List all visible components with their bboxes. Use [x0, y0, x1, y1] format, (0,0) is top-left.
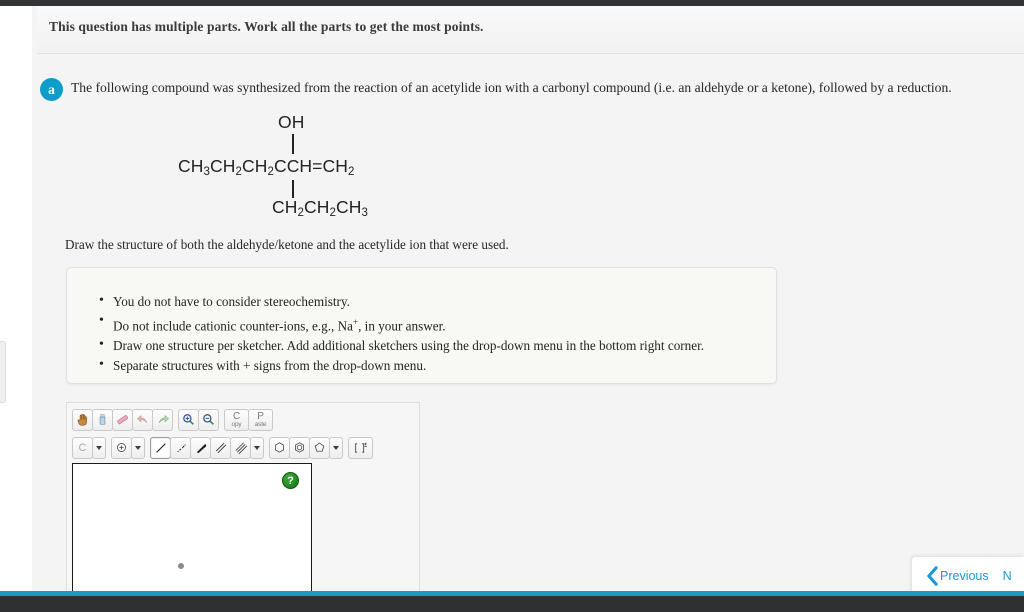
copy-button[interactable]: C opy: [224, 408, 249, 431]
sketcher-toolbar-row-2: C: [72, 435, 378, 460]
undo-icon[interactable]: [132, 408, 153, 431]
zoom-out-icon[interactable]: [198, 408, 219, 431]
clipboard-tool-group: C opy P aste: [224, 408, 273, 432]
double-bond-tool-icon[interactable]: [210, 436, 231, 459]
chevron-down-icon: [135, 445, 141, 450]
answer-notes-panel: You do not have to consider stereochemis…: [66, 267, 777, 384]
structure-hydroxyl-group: OH: [278, 112, 305, 132]
edit-tool-group: [72, 408, 173, 432]
sodium-charge-superscript: +: [352, 317, 359, 327]
chemical-structure-diagram: OH CH3CH2CH2CCH=CH2 CH2CH2CH3: [144, 112, 444, 220]
part-badge-a: a: [40, 78, 63, 101]
triple-bond-tool-icon[interactable]: [230, 436, 251, 459]
ring-tool-group: [269, 436, 343, 460]
wedge-bond-tool-icon[interactable]: [190, 436, 211, 459]
browser-bottom-bar: [0, 596, 1024, 612]
element-button-carbon[interactable]: C: [72, 436, 93, 459]
chevron-left-icon: [927, 565, 938, 586]
zoom-tool-group: [178, 408, 219, 432]
copy-initial: C: [232, 410, 240, 422]
sketcher-toolbar-row-1: C opy P aste: [72, 407, 278, 432]
bond-dropdown-chevron-down-icon[interactable]: [250, 436, 264, 459]
benzene-ring-tool-icon[interactable]: [289, 436, 310, 459]
copy-label: C opy: [231, 410, 242, 428]
chevron-down-icon: [96, 445, 102, 450]
page-surface: This question has multiple parts. Work a…: [32, 6, 1024, 594]
cyclohexane-ring-tool-icon[interactable]: [269, 436, 290, 459]
pan-hand-icon[interactable]: [72, 408, 93, 431]
copy-rest: opy: [231, 420, 242, 428]
previous-button[interactable]: Previous: [926, 565, 989, 586]
draw-instruction-text: Draw the structure of both the aldehyde/…: [65, 237, 509, 252]
multipart-notice-text: This question has multiple parts. Work a…: [49, 19, 484, 34]
charge-tool-group: [111, 436, 145, 460]
paste-initial: P: [257, 410, 264, 422]
multipart-notice-banner: This question has multiple parts. Work a…: [37, 6, 1024, 54]
eraser-tool-icon[interactable]: [92, 408, 113, 431]
note-item: You do not have to consider stereochemis…: [99, 291, 776, 312]
bond-to-hydroxyl: [292, 134, 294, 154]
question-navigation: Previous Next: [912, 557, 1024, 594]
left-rail: [0, 6, 32, 591]
note-item: Draw one structure per sketcher. Add add…: [99, 335, 776, 356]
cyclopentane-ring-tool-icon[interactable]: [309, 436, 330, 459]
note-item: Separate structures with + signs from th…: [99, 355, 776, 376]
question-prompt-text: The following compound was synthesized f…: [71, 80, 952, 95]
single-bond-tool-icon[interactable]: [150, 436, 171, 459]
collapsed-panel-handle[interactable]: [0, 341, 6, 403]
redo-icon[interactable]: [152, 408, 173, 431]
zoom-in-icon[interactable]: [178, 408, 199, 431]
answer-notes-list: You do not have to consider stereochemis…: [67, 268, 776, 376]
chevron-down-icon: [333, 445, 339, 450]
paste-button[interactable]: P aste: [248, 408, 273, 431]
sketcher-canvas[interactable]: ?: [72, 463, 312, 592]
element-label: C: [78, 441, 87, 454]
question-content: a The following compound was synthesized…: [32, 54, 1024, 594]
ring-dropdown-chevron-down-icon[interactable]: [329, 436, 343, 459]
canvas-atom-dot[interactable]: [178, 563, 184, 569]
structure-main-chain: CH3CH2CH2CCH=CH2: [178, 156, 355, 178]
paste-rest: aste: [254, 420, 267, 428]
note-item: Do not include cationic counter-ions, e.…: [99, 311, 776, 336]
hash-bond-tool-icon[interactable]: [170, 436, 191, 459]
structure-propyl-branch: CH2CH2CH3: [272, 197, 368, 219]
bracket-charge-tool-icon[interactable]: [348, 436, 373, 459]
previous-label: Previous: [940, 568, 989, 583]
bond-tool-group: [150, 436, 264, 460]
charge-dropdown-chevron-down-icon[interactable]: [131, 436, 145, 459]
bracket-tool-group: [348, 436, 373, 460]
bond-to-propyl: [292, 180, 294, 198]
help-icon[interactable]: ?: [282, 472, 299, 489]
next-label: Next: [1002, 568, 1011, 583]
chevron-down-icon: [254, 445, 260, 450]
molecule-sketcher: C opy P aste C ?: [66, 402, 420, 592]
pink-eraser-icon[interactable]: [112, 408, 133, 431]
paste-label: P aste: [254, 410, 267, 428]
charge-tool-icon[interactable]: [111, 436, 132, 459]
element-dropdown-chevron-down-icon[interactable]: [92, 436, 106, 459]
element-selector-group: C: [72, 436, 106, 460]
next-button[interactable]: Next: [1003, 569, 1011, 583]
